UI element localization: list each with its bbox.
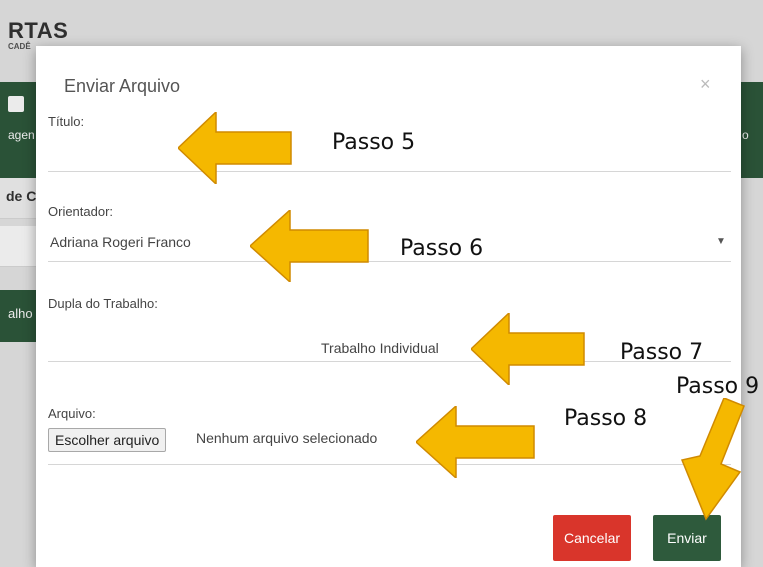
- left-arrow-icon: [416, 406, 535, 478]
- left-arrow-icon: [250, 210, 369, 282]
- cancel-button[interactable]: Cancelar: [553, 515, 631, 561]
- down-arrow-icon: [680, 398, 745, 521]
- step-7-label: Passo 7: [620, 340, 704, 365]
- dupla-label: Dupla do Trabalho:: [48, 296, 158, 311]
- modal-title: Enviar Arquivo: [64, 76, 181, 96]
- close-icon[interactable]: ×: [700, 74, 711, 95]
- file-status-text: Nenhum arquivo selecionado: [196, 430, 378, 446]
- left-arrow-icon: [178, 112, 292, 184]
- orientador-underline: [48, 261, 731, 262]
- step-5-label: Passo 5: [332, 130, 416, 155]
- step-6-label: Passo 6: [400, 236, 484, 261]
- titulo-underline: [48, 171, 731, 172]
- orientador-select[interactable]: Adriana Rogeri Franco: [50, 234, 191, 250]
- orientador-label: Orientador:: [48, 204, 114, 219]
- choose-file-button[interactable]: Escolher arquivo: [48, 428, 167, 452]
- dupla-select[interactable]: Trabalho Individual: [321, 340, 439, 356]
- chevron-down-icon[interactable]: ▼: [716, 236, 726, 247]
- left-arrow-icon: [471, 313, 585, 385]
- titulo-label: Título:: [48, 114, 85, 129]
- upload-modal: Enviar Arquivo × Título: Orientador: Adr…: [36, 46, 741, 567]
- arquivo-underline: [48, 464, 731, 465]
- step-9-label: Passo 9: [676, 374, 760, 399]
- arquivo-label: Arquivo:: [48, 406, 96, 421]
- step-8-label: Passo 8: [564, 406, 648, 431]
